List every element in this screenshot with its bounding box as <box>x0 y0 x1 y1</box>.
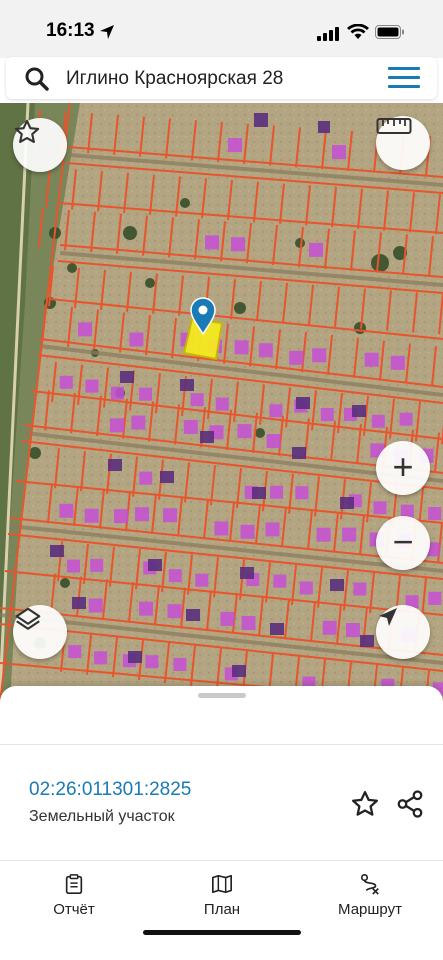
zoom-out-button[interactable]: − <box>376 516 430 570</box>
satellite-map[interactable]: + − <box>0 103 443 703</box>
search-bar[interactable]: Иглино Красноярская 28 <box>6 57 437 99</box>
location-arrow-icon <box>100 25 114 39</box>
favorite-star-icon[interactable] <box>350 789 380 819</box>
sheet-drag-handle[interactable] <box>198 693 246 698</box>
tab-plan-label: План <box>203 901 241 918</box>
route-icon <box>360 874 379 895</box>
cellular-signal-icon <box>317 27 339 41</box>
favorite-map-button[interactable] <box>13 118 67 172</box>
report-icon <box>65 874 83 894</box>
share-icon[interactable] <box>395 789 425 819</box>
status-bar: 16:13 <box>0 0 443 58</box>
ruler-icon <box>376 118 412 134</box>
object-info-sheet[interactable]: 02:26:011301:2825 Земельный участок Отчё… <box>0 686 443 960</box>
object-type: Земельный участок <box>29 808 175 825</box>
battery-icon <box>375 25 404 39</box>
layers-icon <box>15 607 41 630</box>
map-plan-icon <box>212 874 232 894</box>
search-input[interactable]: Иглино Красноярская 28 <box>66 68 283 90</box>
tab-report-label: Отчёт <box>53 901 95 918</box>
ruler-button[interactable] <box>376 116 430 170</box>
locate-me-button[interactable] <box>376 605 430 659</box>
status-time: 16:13 <box>46 20 95 41</box>
star-icon <box>14 119 40 143</box>
cadastral-number[interactable]: 02:26:011301:2825 <box>29 779 191 801</box>
tab-plan[interactable]: План <box>190 873 254 918</box>
navigation-arrow-icon <box>379 608 397 626</box>
divider <box>0 744 443 745</box>
zoom-in-button[interactable]: + <box>376 441 430 495</box>
divider <box>0 860 443 861</box>
plus-icon: + <box>392 445 414 487</box>
tab-route[interactable]: Маршрут <box>328 873 412 918</box>
wifi-icon <box>347 24 369 39</box>
tab-report[interactable]: Отчёт <box>42 873 106 918</box>
hamburger-menu-icon[interactable] <box>388 67 420 89</box>
minus-icon: − <box>392 520 414 562</box>
home-indicator <box>143 930 301 935</box>
layers-button[interactable] <box>13 605 67 659</box>
search-icon[interactable] <box>24 66 50 92</box>
tab-route-label: Маршрут <box>338 901 402 918</box>
